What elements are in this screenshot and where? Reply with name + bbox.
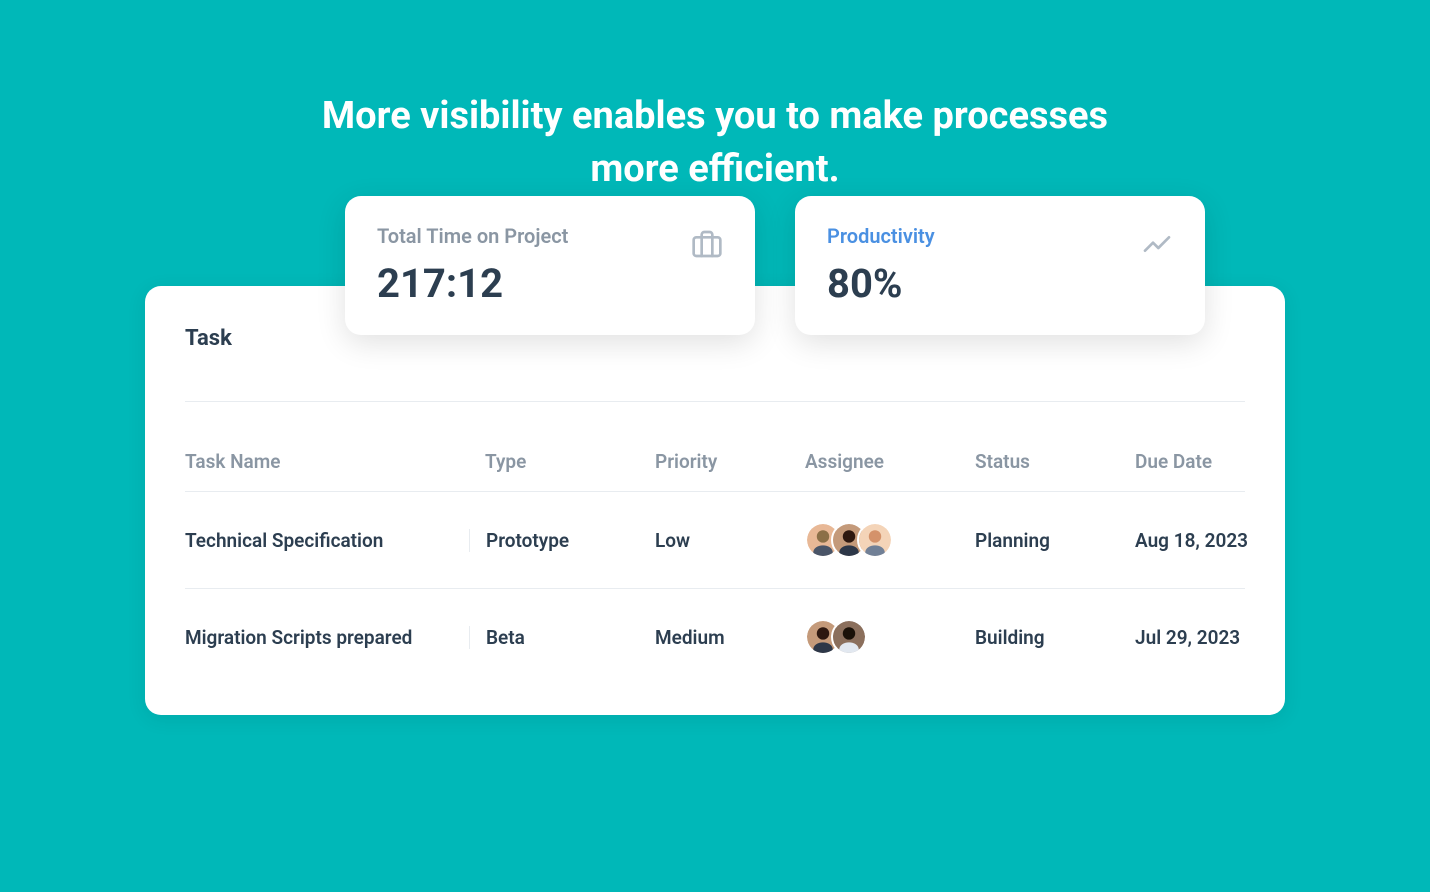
col-header-type: Type — [485, 450, 655, 473]
avatar — [831, 619, 867, 655]
task-card: Task Task Name Type Priority Assignee St… — [145, 286, 1285, 715]
stat-cards-row: Total Time on Project 217:12 Productivit… — [345, 196, 1205, 335]
table-row[interactable]: Technical Specification Prototype Low — [185, 492, 1245, 589]
table-header-row: Task Name Type Priority Assignee Status … — [185, 432, 1245, 492]
col-header-name: Task Name — [185, 450, 485, 473]
cell-duedate: Jul 29, 2023 — [1135, 626, 1285, 649]
col-header-status: Status — [975, 450, 1135, 473]
cell-name: Migration Scripts prepared — [185, 626, 485, 649]
time-value: 217:12 — [377, 260, 568, 307]
stat-card-time: Total Time on Project 217:12 — [345, 196, 755, 335]
page-headline: More visibility enables you to make proc… — [315, 0, 1115, 196]
productivity-value: 80% — [827, 260, 935, 307]
cell-assignee — [805, 619, 975, 655]
avatar-group — [805, 522, 975, 558]
productivity-label: Productivity — [827, 224, 935, 248]
cell-type: Prototype — [469, 529, 655, 552]
cell-type: Beta — [469, 626, 655, 649]
task-title: Task — [185, 326, 1245, 402]
briefcase-icon — [691, 228, 723, 264]
col-header-duedate: Due Date — [1135, 450, 1285, 473]
cell-duedate: Aug 18, 2023 — [1135, 529, 1285, 552]
col-header-priority: Priority — [655, 450, 805, 473]
time-label: Total Time on Project — [377, 224, 568, 248]
stat-card-productivity: Productivity 80% — [795, 196, 1205, 335]
dashboard-container: Total Time on Project 217:12 Productivit… — [145, 286, 1285, 715]
avatar-group — [805, 619, 975, 655]
col-header-assignee: Assignee — [805, 450, 975, 473]
cell-priority: Low — [655, 529, 805, 552]
cell-status: Building — [975, 626, 1135, 649]
cell-assignee — [805, 522, 975, 558]
avatar — [857, 522, 893, 558]
cell-priority: Medium — [655, 626, 805, 649]
cell-name: Technical Specification — [185, 529, 485, 552]
cell-status: Planning — [975, 529, 1135, 552]
table-row[interactable]: Migration Scripts prepared Beta Medium B… — [185, 589, 1245, 685]
trend-icon — [1141, 228, 1173, 264]
task-table: Task Name Type Priority Assignee Status … — [185, 432, 1245, 685]
